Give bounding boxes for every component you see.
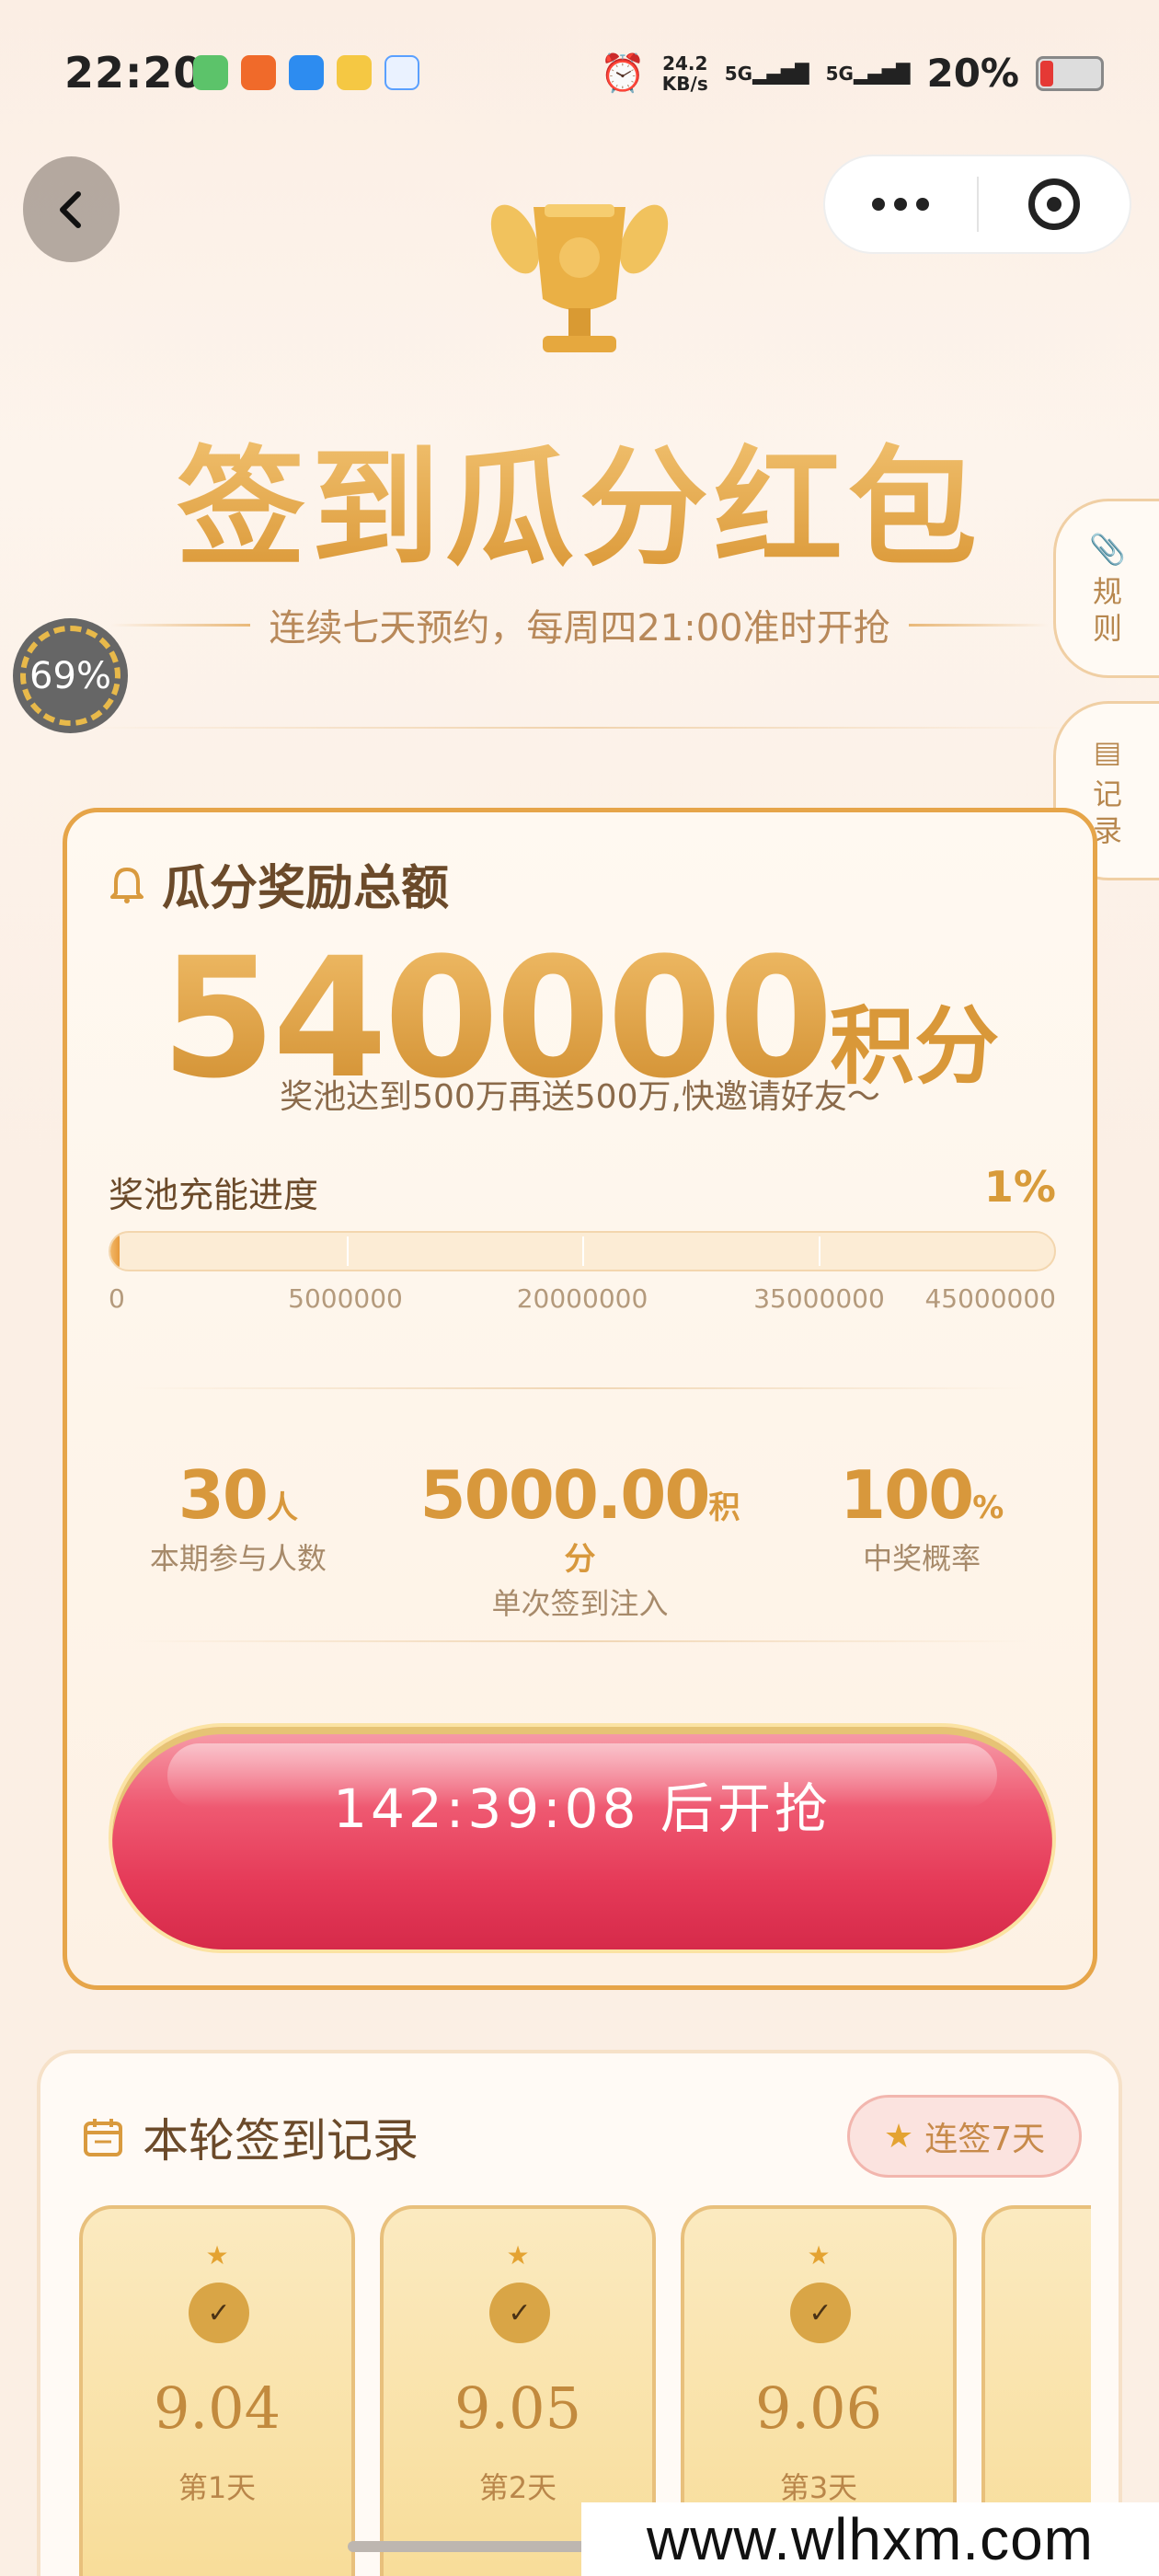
record-title: 本轮签到记录 (143, 2114, 419, 2168)
tick-label: 35000000 (753, 1283, 885, 1314)
streak-badge: ★ 连签7天 (847, 2095, 1082, 2178)
reward-title: 瓜分奖励总额 (162, 861, 450, 916)
stat-value: 30 (178, 1456, 269, 1534)
net-speed-unit: KB/s (661, 72, 708, 95)
app-notification-icon (193, 55, 228, 90)
star-icon: ★ (807, 2240, 831, 2271)
stat-unit: 人 (266, 1489, 298, 1526)
stat-participants: 30人 本期参与人数 (67, 1456, 409, 1623)
chevron-left-icon (59, 190, 81, 228)
tick-label: 5000000 (288, 1283, 403, 1314)
battery-percent: 20% (926, 51, 1019, 96)
divider (83, 727, 1076, 729)
net-speed-value: 24.2 (662, 52, 708, 75)
stat-unit: % (972, 1489, 1004, 1526)
day-label: 第 (985, 2465, 1091, 2507)
battery-icon (1036, 55, 1104, 91)
reward-pool-card: 瓜分奖励总额 540000积分 奖池达到500万再送500万,快邀请好友～ 奖池… (63, 808, 1097, 1990)
alarm-icon: ⏰ (599, 52, 646, 95)
stat-win-rate: 100% 中奖概率 (751, 1456, 1093, 1623)
paperclip-icon: 📎 (1089, 531, 1126, 567)
check-icon: ✓ (790, 2283, 851, 2343)
pool-tip: 奖池达到500万再送500万,快邀请好友～ (280, 1078, 880, 1116)
progress-segment (582, 1236, 584, 1266)
check-icon: ✓ (189, 2283, 249, 2343)
card-header: 瓜分奖励总额 (109, 849, 449, 918)
stat-checkin-injection: 5000.00积分 单次签到注入 (409, 1456, 752, 1623)
countdown-grab-button[interactable]: 142:39:08 后开抢 (109, 1723, 1056, 1953)
check-icon: ✓ (489, 2283, 550, 2343)
streak-label: 连签7天 (924, 2121, 1046, 2158)
tick-label: 0 (109, 1283, 125, 1314)
day-date: 9 (985, 2375, 1091, 2442)
floating-progress-badge[interactable]: 69% (13, 618, 128, 733)
day-card[interactable]: ★ ✓ 9.04 第1天 (79, 2205, 355, 2576)
star-icon: ★ (506, 2240, 530, 2271)
target-icon (1027, 178, 1080, 230)
close-miniprogram-button[interactable] (979, 178, 1130, 230)
progress-fill (110, 1233, 120, 1270)
floating-progress-value: 69% (29, 654, 111, 697)
browser-icon (384, 55, 419, 90)
stat-label: 中奖概率 (863, 1541, 981, 1576)
day-label: 第2天 (478, 2470, 557, 2505)
day-date: 9.04 (153, 2375, 281, 2442)
bell-icon (110, 867, 143, 903)
signal-label: 5G (825, 62, 854, 85)
countdown-text: 142:39:08 后开抢 (333, 1777, 832, 1840)
calendar-icon (84, 2119, 122, 2156)
progress-ticks: 0 5000000 20000000 35000000 45000000 (109, 1283, 1056, 1320)
trophy-icon (490, 204, 669, 352)
page-subtitle: 连续七天预约，每周四21:00准时开抢 (269, 607, 890, 650)
day-date: 9.05 (453, 2375, 582, 2442)
net-speed: 24.2 KB/s (662, 53, 708, 94)
progress-segment (818, 1236, 820, 1266)
document-icon: ▤ (1093, 733, 1122, 769)
star-icon: ★ (205, 2240, 229, 2271)
status-right: ⏰ 24.2 KB/s 5G▂▄▆█ 5G▂▄▆█ 20% (600, 51, 1104, 96)
divider-line (110, 623, 251, 627)
rules-tab-label: 规 则 (1092, 573, 1122, 646)
divider-line (908, 623, 1049, 627)
divider (132, 1640, 1028, 1642)
page-title: 签到瓜分红包 (0, 405, 1159, 591)
back-button[interactable] (23, 156, 120, 262)
tick-label: 45000000 (924, 1283, 1056, 1314)
tick-label: 20000000 (516, 1283, 648, 1314)
watermark: www.wlhxm.com (581, 2502, 1159, 2576)
records-tab-label: 记 录 (1092, 776, 1122, 848)
notification-icons (193, 55, 419, 90)
progress-label: 奖池充能进度 (109, 1175, 319, 1215)
signal-icon: 5G▂▄▆█ (724, 62, 809, 85)
progress-bar (109, 1231, 1056, 1271)
status-time: 22:20 (64, 48, 204, 98)
miniprogram-capsule (823, 155, 1131, 254)
star-icon: ★ (985, 2240, 1091, 2271)
star-icon: ★ (883, 2117, 914, 2156)
weibo-icon (337, 55, 372, 90)
day-label: 第1天 (178, 2470, 257, 2505)
status-bar: 22:20 ⏰ 24.2 KB/s 5G▂▄▆█ 5G▂▄▆█ 20% (0, 0, 1159, 156)
stat-value: 5000.00 (419, 1456, 711, 1534)
app-notification-icon (289, 55, 324, 90)
stat-label: 本期参与人数 (149, 1541, 327, 1576)
signal-label: 5G (724, 62, 753, 85)
day-date: 9.06 (754, 2375, 883, 2442)
divider (132, 1387, 1028, 1389)
signal-icon: 5G▂▄▆█ (825, 62, 911, 85)
app-notification-icon (241, 55, 276, 90)
stat-label: 单次签到注入 (491, 1586, 669, 1621)
stats-row: 30人 本期参与人数 5000.00积分 单次签到注入 100% 中奖概率 (67, 1456, 1093, 1623)
rules-tab[interactable]: 📎 规 则 (1053, 499, 1159, 678)
checkin-record-card: 本轮签到记录 ★ 连签7天 ★ ✓ 9.04 第1天 ★ ✓ 9.05 第2天 … (37, 2050, 1122, 2576)
record-header: 本轮签到记录 (82, 2104, 419, 2170)
more-menu-button[interactable] (825, 198, 977, 211)
progress-percent: 1% (983, 1162, 1056, 1212)
progress-segment (346, 1236, 349, 1266)
subtitle-row: 连续七天预约，每周四21:00准时开抢 (110, 598, 1049, 651)
day-label: 第3天 (779, 2470, 858, 2505)
stat-value: 100 (839, 1456, 974, 1534)
